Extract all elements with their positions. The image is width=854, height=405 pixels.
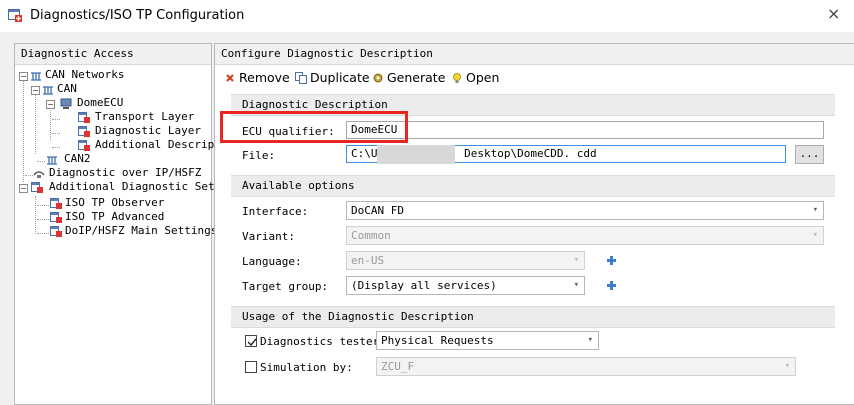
variant-select: Common ▾ xyxy=(346,226,824,245)
configure-header: Configure Diagnostic Description xyxy=(215,44,854,65)
settings-page-icon xyxy=(31,182,43,193)
duplicate-icon xyxy=(295,72,307,84)
section-usage: Usage of the Diagnostic Description xyxy=(231,306,835,328)
settings-page-icon xyxy=(78,140,90,151)
variant-label: Variant: xyxy=(242,230,295,243)
target-group-label: Target group: xyxy=(242,280,329,293)
settings-page-icon xyxy=(78,112,90,123)
chevron-down-icon: ▾ xyxy=(784,361,790,371)
close-icon[interactable]: × xyxy=(827,4,840,23)
diagnostic-access-panel: Diagnostic Access − CAN Networks − CAN −… xyxy=(14,43,217,405)
interface-label: Interface: xyxy=(242,205,309,218)
remove-button[interactable]: Remove xyxy=(224,70,290,86)
settings-page-icon xyxy=(78,126,90,137)
remove-icon xyxy=(226,74,234,82)
toolbar: Remove Duplicate Generate Open xyxy=(215,66,854,90)
simulation-by-label: Simulation by: xyxy=(260,361,353,374)
lightbulb-icon xyxy=(453,73,461,83)
tree-item-diagnostic-layer[interactable]: Diagnostic Layer xyxy=(95,124,201,138)
section-available-options: Available options xyxy=(231,175,835,197)
expand-toggle[interactable]: − xyxy=(31,86,40,95)
tree-item-iso-tp-advanced[interactable]: ISO TP Advanced xyxy=(65,210,164,224)
configure-panel: Configure Diagnostic Description Remove … xyxy=(214,43,854,405)
ecu-qualifier-input[interactable]: DomeECU xyxy=(346,121,824,139)
language-label: Language: xyxy=(242,255,302,268)
network-icon xyxy=(43,86,53,95)
tree-item-iso-tp-observer[interactable]: ISO TP Observer xyxy=(65,196,164,210)
diagnostics-tester-checkbox[interactable] xyxy=(245,335,257,347)
browse-button[interactable]: ... xyxy=(795,145,824,164)
highlight-box xyxy=(220,111,408,143)
expand-toggle[interactable]: − xyxy=(46,100,55,109)
duplicate-button[interactable]: Duplicate xyxy=(295,70,370,86)
chevron-down-icon: ▾ xyxy=(587,335,593,345)
tree-item-can2[interactable]: CAN2 xyxy=(64,152,91,166)
chevron-down-icon: ▾ xyxy=(812,230,818,240)
tree-item-transport-layer[interactable]: Transport Layer xyxy=(95,110,194,124)
simulation-by-select: ZCU_F ▾ xyxy=(376,357,796,376)
tree-item-diagnostic-over-ip[interactable]: Diagnostic over IP/HSFZ xyxy=(49,166,201,180)
settings-page-icon xyxy=(50,226,62,237)
title-bar: Diagnostics/ISO TP Configuration × xyxy=(0,0,854,32)
add-target-group-icon[interactable] xyxy=(606,280,617,291)
settings-page-icon xyxy=(50,198,62,209)
diagnostic-tree: − CAN Networks − CAN − DomeECU Transport… xyxy=(15,66,217,256)
add-language-icon[interactable] xyxy=(606,255,617,266)
chevron-down-icon: ▾ xyxy=(573,255,579,265)
tree-item-additional-descriptions[interactable]: Additional Descrip xyxy=(95,138,214,152)
language-select: en-US ▾ xyxy=(346,251,585,270)
simulation-by-checkbox[interactable] xyxy=(245,361,257,373)
app-config-icon xyxy=(8,9,22,22)
checkmark-icon xyxy=(247,338,257,347)
interface-select[interactable]: DoCAN FD ▾ xyxy=(346,201,824,220)
settings-page-icon xyxy=(50,212,62,223)
tree-item-doip-main-settings[interactable]: DoIP/HSFZ Main Settings xyxy=(65,224,217,238)
tree-item-domeecu[interactable]: DomeECU xyxy=(77,96,123,110)
network-icon xyxy=(47,156,57,165)
tree-item-additional-diagnostic-settings[interactable]: Additional Diagnostic Set xyxy=(49,180,215,194)
file-label: File: xyxy=(242,149,276,162)
diagnostics-tester-label: Diagnostics tester xyxy=(260,335,380,348)
ethernet-icon xyxy=(33,171,45,178)
expand-toggle[interactable]: − xyxy=(19,72,28,81)
network-icon xyxy=(31,72,41,81)
open-button[interactable]: Open xyxy=(451,70,499,86)
generate-button[interactable]: Generate xyxy=(372,70,445,86)
generate-icon xyxy=(373,73,383,83)
expand-toggle[interactable]: − xyxy=(19,184,28,193)
window-title: Diagnostics/ISO TP Configuration xyxy=(30,8,245,23)
diagnostics-tester-select[interactable]: Physical Requests ▾ xyxy=(376,331,599,350)
chevron-down-icon: ▾ xyxy=(812,205,818,215)
target-group-select[interactable]: (Display all services) ▾ xyxy=(346,276,585,295)
tree-item-can-networks[interactable]: CAN Networks xyxy=(45,68,124,82)
chevron-down-icon: ▾ xyxy=(573,280,579,290)
redacted-region xyxy=(377,145,455,164)
ecu-icon xyxy=(60,98,72,109)
diagnostic-access-header: Diagnostic Access xyxy=(15,44,211,65)
tree-item-can[interactable]: CAN xyxy=(57,82,77,96)
